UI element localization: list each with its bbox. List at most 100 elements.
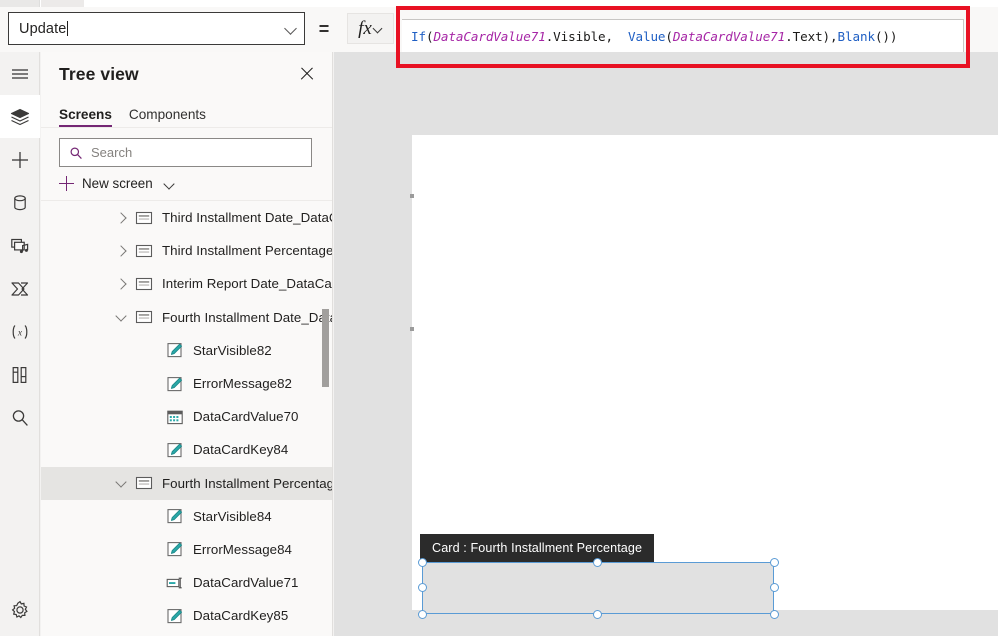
control-tooltip: Card : Fourth Installment Percentage [420,534,655,570]
plus-icon [59,176,74,191]
data-icon[interactable] [0,181,40,224]
tree-search-wrapper: Search [41,128,332,167]
search-icon[interactable] [0,396,40,439]
tree-node-label: DataCardKey85 [193,608,289,624]
resize-handle-bottom-left[interactable] [417,609,427,619]
browser-tab-remnant-secondary[interactable] [41,0,84,7]
tree-scrollbar-thumb[interactable] [322,309,329,387]
chevron-down-icon[interactable] [374,25,383,34]
tools-icon[interactable] [0,353,40,396]
resize-handle-top-center[interactable] [592,557,602,567]
browser-tab-remnant[interactable] [0,0,40,7]
formula-bar: Update = fx If(DataCardValue71.Visible, … [0,7,998,54]
tree-node[interactable]: DataCardKey85 [41,599,332,632]
close-icon[interactable] [296,63,318,85]
tree-node[interactable]: DataCardValue70 [41,400,332,433]
tree-view-icon[interactable] [0,95,40,138]
formula-expression: If(DataCardValue71.Visible, Value(DataCa… [411,29,897,45]
formula-token: ()) [874,28,898,44]
resize-handle-middle-left[interactable] [417,582,427,592]
tree-node-label: Interim Report Date_DataCar [162,276,332,292]
property-selector-value: Update [19,20,67,37]
card-icon [135,474,153,492]
tree-node[interactable]: ErrorMessage84 [41,533,332,566]
chevron-down-icon[interactable] [285,22,298,35]
datepicker-icon [166,408,184,426]
new-screen-button[interactable]: New screen [41,167,332,200]
tree-node[interactable]: Fourth Installment Date_Data [41,301,332,334]
resize-handle-middle-right[interactable] [769,582,779,592]
power-automate-icon[interactable] [0,267,40,310]
label-icon [166,375,184,393]
tree-node-label: Fourth Installment Percentage [162,475,332,491]
chevron-right-icon[interactable] [115,211,128,224]
hamburger-menu-icon[interactable] [0,52,40,95]
label-icon [166,441,184,459]
resize-handle-top-left[interactable] [417,557,427,567]
tree-node[interactable]: DataCardValue71 [41,566,332,599]
resize-handle-top-right[interactable] [769,557,779,567]
media-icon[interactable] [0,224,40,267]
search-input[interactable]: Search [59,138,312,167]
left-icon-rail: x [0,52,40,636]
chevron-right-icon[interactable] [115,244,128,257]
equals-sign: = [318,19,330,39]
formula-token: .Text), [785,28,838,44]
fx-icon: fx [358,18,372,39]
tree-view-panel: Tree view Screens Components Search New … [41,52,333,636]
resize-handle-bottom-right[interactable] [769,609,779,619]
tree-node[interactable]: Third Installment Date_DataC [41,201,332,234]
chevron-down-icon[interactable] [115,477,128,490]
formula-token: Value [628,28,666,44]
settings-gear-icon[interactable] [0,590,40,630]
tree-node[interactable]: ErrorMessage82 [41,367,332,400]
formula-token: If [411,28,426,44]
chevron-down-icon[interactable] [164,178,176,190]
chevron-down-icon[interactable] [115,311,128,324]
tree-node-label: StarVisible84 [193,508,272,524]
tree-node[interactable]: StarVisible84 [41,500,332,533]
selected-card-fourth-installment-percentage[interactable] [417,557,779,619]
tree-node[interactable]: Interim Report Date_DataCar [41,267,332,300]
tree-node[interactable]: DataCardKey84 [41,433,332,466]
tab-components[interactable]: Components [129,107,206,127]
power-apps-studio: Update = fx If(DataCardValue71.Visible, … [0,0,998,636]
formula-input[interactable]: If(DataCardValue71.Visible, Value(DataCa… [402,19,964,54]
text-caret [67,20,69,36]
formula-token: DataCardValue71 [672,28,786,44]
app-canvas[interactable]: Card : Fourth Installment Percentage [334,52,998,636]
tree-node[interactable]: StarVisible82 [41,334,332,367]
search-placeholder: Search [91,145,133,160]
tree-scrollbar[interactable] [321,201,330,636]
tree-node[interactable]: Third Installment Percentage_ [41,234,332,267]
variables-icon[interactable]: x [0,310,40,353]
browser-tab-strip [0,0,998,7]
tab-screens[interactable]: Screens [59,107,112,127]
card-icon [135,209,153,227]
property-selector[interactable]: Update [8,12,305,45]
tree-node-label: DataCardValue71 [193,575,299,591]
card-icon [135,242,153,260]
new-screen-label: New screen [82,176,153,191]
fx-button[interactable]: fx [347,13,394,44]
tree-node[interactable]: Fourth Installment Percentage [41,466,332,500]
resize-handle-bottom-center[interactable] [592,609,602,619]
textinput-icon [166,574,184,592]
tree-view-title: Tree view [59,63,139,84]
tree-node-label: StarVisible82 [193,342,272,358]
tree-view-tabs: Screens Components [41,96,332,128]
tree-node-label: ErrorMessage84 [193,541,292,557]
insert-icon[interactable] [0,138,40,181]
tree-node-list: Third Installment Date_DataC Third Instal… [41,201,332,636]
canvas-edge-marker [410,327,414,331]
formula-token: DataCardValue71 [433,28,546,44]
canvas-edge-marker [410,194,414,198]
label-icon [166,341,184,359]
card-icon [135,308,153,326]
chevron-right-icon[interactable] [115,277,128,290]
